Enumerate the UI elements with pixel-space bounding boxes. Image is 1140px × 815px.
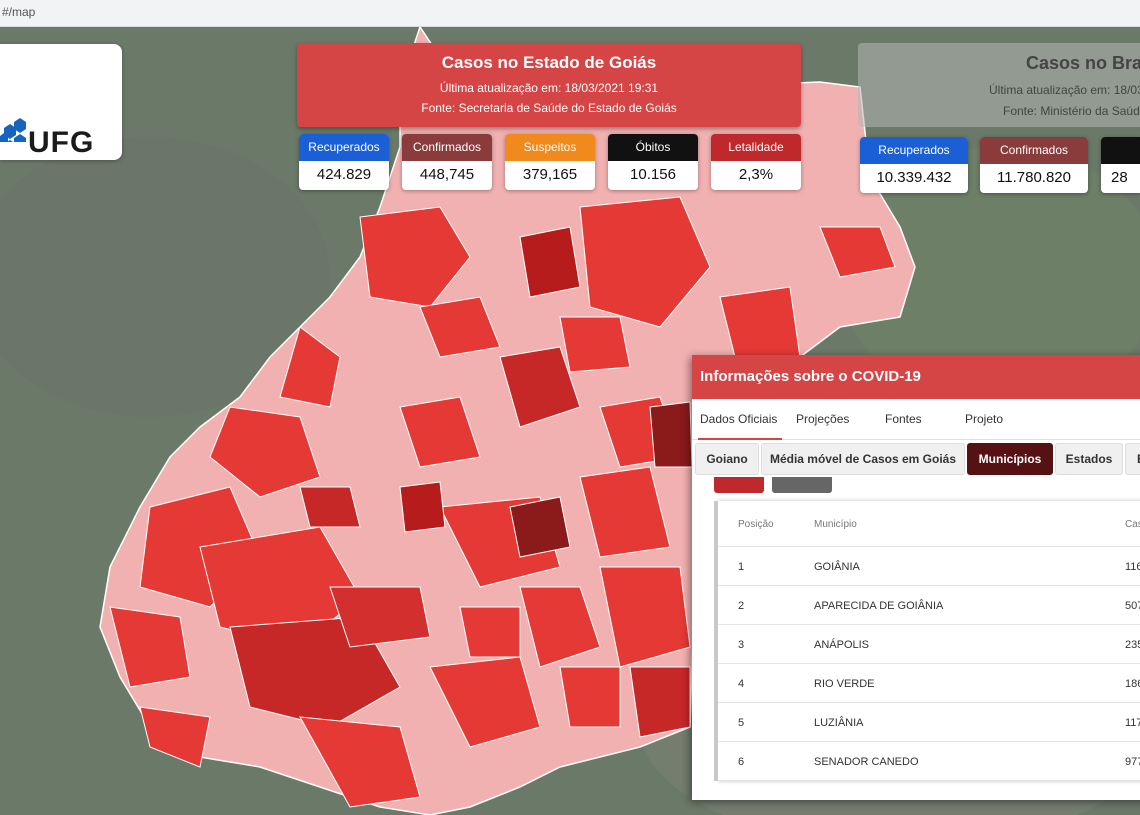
table-header: Posição Município Cas bbox=[718, 501, 1140, 547]
card-label: Letalidade bbox=[711, 134, 801, 161]
card-value: 11.780.820 bbox=[997, 169, 1071, 186]
card-label: Suspeitos bbox=[505, 134, 595, 161]
state-source: Fonte: Secretaria de Saúde do Estado de … bbox=[421, 101, 677, 115]
covid-info-panel: Informações sobre o COVID-19 Dados Ofici… bbox=[692, 355, 1140, 800]
table-row[interactable]: 4 RIO VERDE 186 bbox=[718, 664, 1140, 703]
row-municipio: SENADOR CANEDO bbox=[814, 756, 919, 768]
card-value: 2,3% bbox=[738, 166, 774, 183]
table-row[interactable]: 2 APARECIDA DE GOIÂNIA 507 bbox=[718, 586, 1140, 625]
row-municipio: GOIÂNIA bbox=[814, 561, 860, 573]
export-excel-button[interactable] bbox=[772, 477, 832, 493]
state-title: Casos no Estado de Goiás bbox=[441, 53, 657, 72]
active-tab-indicator bbox=[698, 438, 782, 440]
card-value: 10.156 bbox=[630, 166, 676, 183]
subtab-more[interactable]: E bbox=[1125, 443, 1140, 475]
card-label: Óbitos bbox=[608, 134, 698, 161]
tab-fontes[interactable]: Fontes bbox=[885, 412, 922, 426]
card-value: 424.829 bbox=[316, 166, 372, 183]
row-position: 6 bbox=[738, 756, 745, 768]
row-cases: 186 bbox=[1125, 678, 1140, 690]
state-cases-header: Casos no Estado de Goiás Última atualiza… bbox=[297, 43, 801, 127]
panel-tabs: Dados Oficiais Projeções Fontes Projeto bbox=[692, 399, 1140, 440]
row-cases: 116 bbox=[1125, 561, 1140, 573]
state-updated: Última atualização em: 18/03/2021 19:31 bbox=[439, 81, 659, 95]
card-value: 379,165 bbox=[522, 166, 578, 183]
panel-title: Informações sobre o COVID-19 bbox=[692, 355, 1140, 399]
row-cases: 117 bbox=[1125, 717, 1140, 729]
tab-dados-oficiais[interactable]: Dados Oficiais bbox=[700, 412, 777, 426]
row-municipio: APARECIDA DE GOIÂNIA bbox=[814, 600, 944, 612]
panel-subtabs: Goiano Média móvel de Casos em Goiás Mun… bbox=[695, 443, 1140, 475]
subtab-municipios[interactable]: Municípios bbox=[967, 443, 1053, 475]
tab-projecoes[interactable]: Projeções bbox=[796, 412, 849, 426]
header-casos: Cas bbox=[1125, 519, 1140, 530]
card-label: Recuperados bbox=[860, 137, 968, 164]
card-label: Recuperados bbox=[299, 134, 389, 161]
brazil-source: Fonte: Ministério da Saúde bbox=[1003, 104, 1140, 118]
url-text: #/map bbox=[2, 5, 36, 19]
header-posicao: Posição bbox=[738, 519, 774, 530]
ufg-hexagon-icon bbox=[0, 118, 26, 142]
row-cases: 507 bbox=[1125, 600, 1140, 612]
card-value: 28 bbox=[1111, 169, 1128, 186]
row-cases: 977 bbox=[1125, 756, 1140, 768]
row-cases: 235 bbox=[1125, 639, 1140, 651]
browser-address-bar[interactable]: #/map bbox=[0, 0, 1140, 27]
card-value: 448,745 bbox=[419, 166, 475, 183]
subtab-goiano[interactable]: Goiano bbox=[695, 443, 759, 475]
state-card-confirmados: Confirmados 448,745 bbox=[402, 134, 492, 190]
brazil-card-recuperados: Recuperados 10.339.432 bbox=[860, 137, 968, 193]
brazil-title: Casos no Bra bbox=[1026, 53, 1140, 73]
subtab-estados[interactable]: Estados bbox=[1055, 443, 1123, 475]
brazil-updated: Última atualização em: 18/03/ bbox=[989, 83, 1140, 97]
brazil-card-obitos: 28 bbox=[1101, 137, 1140, 193]
table-row[interactable]: 5 LUZIÂNIA 117 bbox=[718, 703, 1140, 742]
state-card-suspeitos: Suspeitos 379,165 bbox=[505, 134, 595, 190]
row-position: 3 bbox=[738, 639, 745, 651]
row-position: 2 bbox=[738, 600, 745, 612]
card-label: Confirmados bbox=[402, 134, 492, 161]
row-municipio: LUZIÂNIA bbox=[814, 717, 864, 729]
row-position: 4 bbox=[738, 678, 745, 690]
state-card-letalidade: Letalidade 2,3% bbox=[711, 134, 801, 190]
card-value: 10.339.432 bbox=[876, 169, 952, 186]
ufg-logo-text: UFG bbox=[28, 126, 95, 159]
brazil-card-confirmados: Confirmados 11.780.820 bbox=[980, 137, 1088, 193]
table-row[interactable]: 3 ANÁPOLIS 235 bbox=[718, 625, 1140, 664]
row-municipio: ANÁPOLIS bbox=[814, 639, 870, 651]
state-card-recuperados: Recuperados 424.829 bbox=[299, 134, 389, 190]
state-card-obitos: Óbitos 10.156 bbox=[608, 134, 698, 190]
row-municipio: RIO VERDE bbox=[814, 678, 875, 690]
export-pdf-button[interactable] bbox=[714, 477, 764, 493]
table-row[interactable]: 6 SENADOR CANEDO 977 bbox=[718, 742, 1140, 781]
brazil-cases-header: Casos no Bra Última atualização em: 18/0… bbox=[858, 43, 1140, 127]
header-municipio: Município bbox=[814, 519, 857, 530]
table-row[interactable]: 1 GOIÂNIA 116 bbox=[718, 547, 1140, 586]
ufg-logo: UFG bbox=[0, 44, 122, 160]
card-label bbox=[1101, 137, 1140, 164]
row-position: 1 bbox=[738, 561, 745, 573]
municipios-table: Posição Município Cas 1 GOIÂNIA 116 2 AP… bbox=[714, 501, 1140, 781]
subtab-media-movel[interactable]: Média móvel de Casos em Goiás bbox=[761, 443, 965, 475]
row-position: 5 bbox=[738, 717, 745, 729]
tab-projeto[interactable]: Projeto bbox=[965, 412, 1003, 426]
card-label: Confirmados bbox=[980, 137, 1088, 164]
